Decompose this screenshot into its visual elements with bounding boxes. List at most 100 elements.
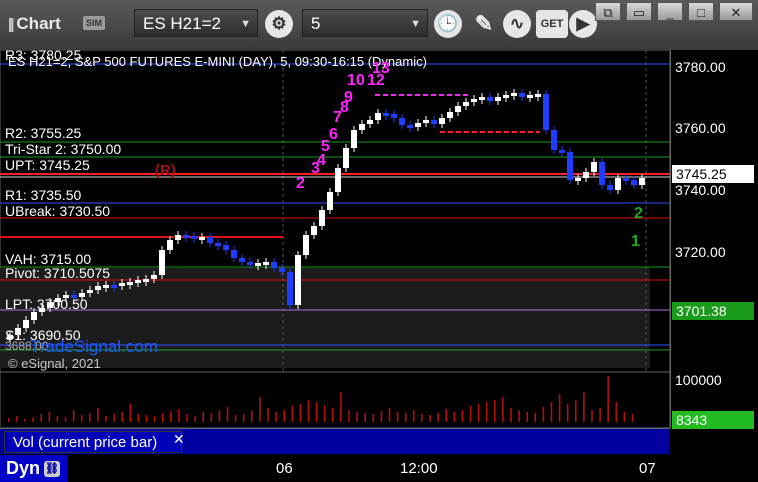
candle-body [255,263,261,266]
candle-body [303,235,309,255]
volume-bar [429,415,431,422]
volume-bar [348,410,350,422]
volume-bar [453,412,456,422]
volume-bars [8,376,634,422]
volume-legend: Vol (current price bar) ✕ [4,428,185,453]
candle-body [271,262,277,268]
watermark: TradeSignal.com [30,337,158,356]
candle-body [407,125,413,128]
volume-bar [494,400,496,422]
volume-bar [40,414,42,422]
volume-bar [89,413,91,422]
studies-icon[interactable]: ∿ [503,10,531,38]
candle-body [167,240,173,250]
maximize-icon[interactable]: □ [688,2,714,21]
candle-body [463,102,469,106]
candle-body [327,192,333,210]
price-chart-canvas[interactable] [0,50,670,428]
candle-body [223,245,229,250]
volume-bar [332,408,334,422]
dynamic-mode-button[interactable]: Dyn ⛓ [0,455,68,482]
volume-bar [445,409,447,422]
r-marker: (R) [155,162,176,179]
volume-bar [48,412,51,422]
candle-body [631,180,637,185]
candle-body [367,120,373,124]
level-tristar: Tri-Star 2: 3750.00 [5,141,122,157]
layout-window-icon[interactable]: ▭ [626,2,652,21]
candle-body [239,258,245,262]
symbol-dropdown[interactable]: ES H21=2 ▼ [134,9,258,37]
volume-bar [226,407,229,422]
volume-bar [631,414,634,422]
volume-bar [186,414,188,422]
volume-bar [56,416,59,422]
volume-bar [113,414,115,422]
dyn-label: Dyn [6,458,41,478]
candle-body [391,114,397,118]
level-r3: R3: 3780.25 [5,47,82,63]
volume-bar [105,416,107,422]
candle-body [127,282,133,285]
volume-bar [259,397,261,422]
price-tick: 3740.00 [675,182,726,198]
chart-title: || Chart [8,14,61,34]
candle-body [511,93,517,96]
candle-body [551,130,557,150]
volume-bar [591,410,593,422]
candle-body [247,262,253,265]
volume-bar [566,404,569,422]
candle-body [95,286,101,290]
candle-body [495,97,501,101]
minimize-icon[interactable]: _ [657,2,683,21]
volume-bar [267,408,269,422]
candle-body [103,285,109,288]
volume-bar [72,410,75,422]
volume-bar [299,404,302,422]
candle-body [527,95,533,98]
volume-bar [170,411,172,422]
volume-bar [380,411,383,422]
volume-current-tag: 8343 [672,411,754,429]
clock-icon[interactable]: 🕒 [434,10,462,38]
setup-count: 10 [347,72,365,89]
candle-body [447,112,453,118]
interval-dropdown[interactable]: 5 ▼ [302,9,428,37]
restore-window-icon[interactable]: ⧉ [595,2,621,21]
get-button[interactable]: GET [536,10,568,38]
volume-bar [202,412,204,422]
volume-bar [607,376,609,422]
volume-bar [599,408,601,422]
volume-bar [153,416,156,422]
setup-count: 2 [634,205,643,222]
volume-bar [558,394,561,422]
candle-body [159,250,165,275]
volume-bar [16,416,18,422]
candle-body [311,226,317,235]
candle-body [199,237,205,240]
level-r1: R1: 3735.50 [5,187,82,203]
candle-body [487,97,493,101]
close-icon[interactable]: ✕ [719,2,753,21]
time-tick: 06 [276,460,293,477]
pencil-icon[interactable]: ✎ [470,10,498,38]
copyright: © eSignal, 2021 [8,356,101,371]
candle-body [279,268,285,272]
volume-bar [323,405,326,422]
candle-body [535,94,541,97]
gear-icon[interactable]: ⚙ [265,10,293,38]
chart-menu-icon[interactable]: || [8,16,15,33]
close-icon[interactable]: ✕ [173,428,185,450]
play-icon[interactable]: ▶ [569,10,597,38]
volume-bar [194,416,196,422]
candle-body [623,178,629,181]
level-upt: UPT: 3745.25 [5,157,90,173]
time-tick: 12:00 [400,460,438,477]
volume-bar [178,409,180,422]
vah-price-tag: 3701.38 [672,302,754,320]
link-icon: ⛓ [44,461,61,478]
candle-body [215,243,221,246]
candle-body [335,168,341,192]
candle-body [231,250,237,258]
volume-bar [364,413,366,422]
